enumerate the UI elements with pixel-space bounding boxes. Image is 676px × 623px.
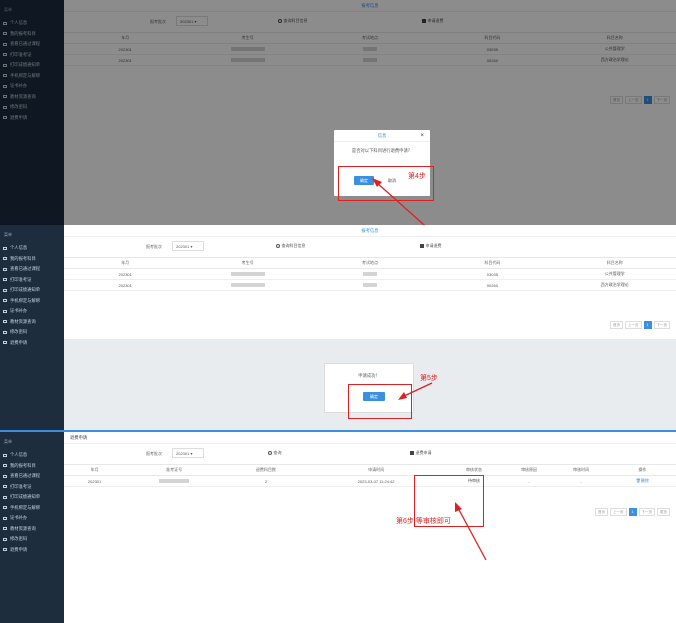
step4-panel: 菜单 个人信息 我的报考科目 查看已通过课程 打印准考证 打印成绩通知单 手机绑… — [0, 0, 676, 225]
annotation-arrow — [455, 502, 487, 561]
step6-panel: 菜单 个人信息 我的报考科目 查看已通过课程 打印准考证 打印成绩通知单 手机绑… — [0, 430, 676, 623]
annotation-arrow — [372, 178, 426, 225]
step5-panel: 菜单 个人信息 我的报考科目 查看已通过课程 打印准考证 打印成绩通知单 手机绑… — [0, 225, 676, 430]
annotation-arrow — [398, 382, 433, 400]
